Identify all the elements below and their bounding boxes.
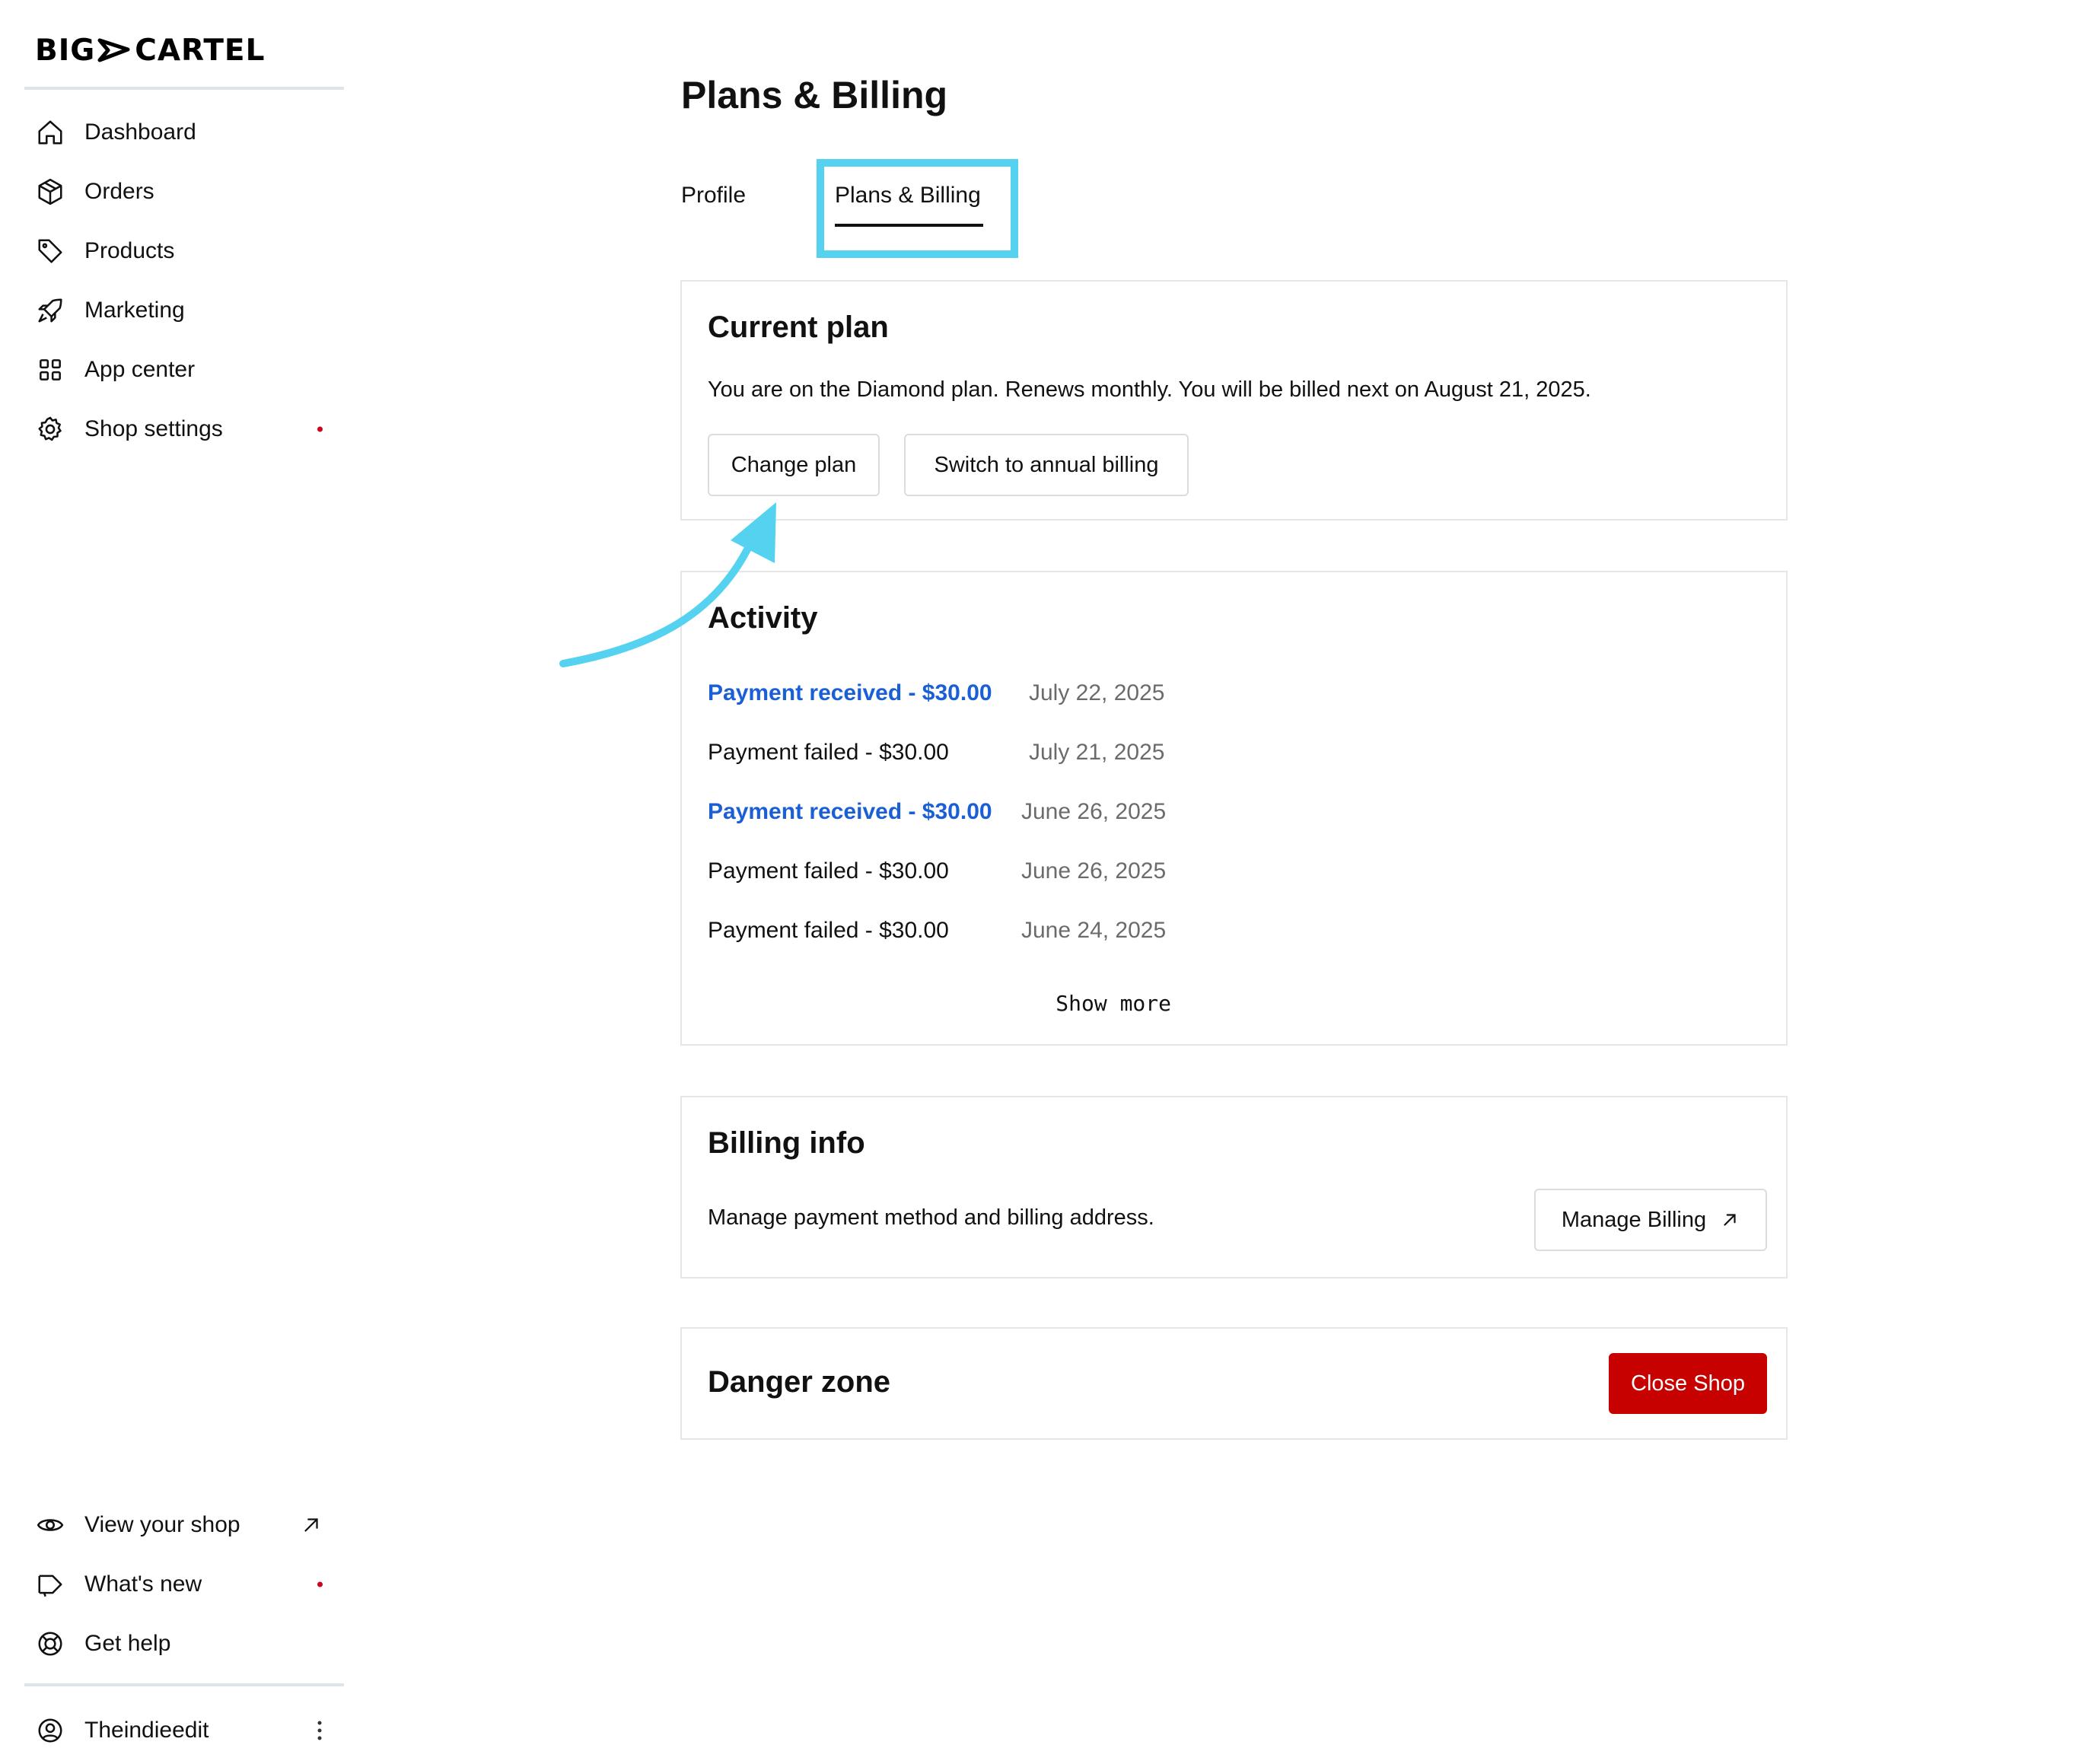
- sidebar-item-label: Get help: [84, 1631, 171, 1656]
- sidebar-divider: [24, 1683, 344, 1686]
- activity-item-date: June 26, 2025: [1021, 799, 1167, 824]
- page-title: Plans & Billing: [681, 74, 948, 116]
- show-more-button[interactable]: Show more: [1056, 991, 1171, 1016]
- rocket-icon: [35, 295, 65, 326]
- sidebar-item-label: Orders: [84, 179, 154, 204]
- lifebuoy-icon: [35, 1629, 65, 1659]
- danger-zone-heading: Danger zone: [708, 1365, 891, 1399]
- manage-billing-button[interactable]: Manage Billing: [1534, 1189, 1767, 1251]
- notification-dot-wrap: [317, 1581, 323, 1587]
- billing-info-description: Manage payment method and billing addres…: [708, 1205, 1154, 1230]
- sidebar-item-whats-new[interactable]: What's new: [35, 1562, 332, 1607]
- sidebar-item-dashboard[interactable]: Dashboard: [35, 110, 332, 155]
- annotation-highlight-box: [817, 159, 1018, 258]
- brand-mark-icon: [97, 38, 130, 62]
- current-plan-card: Current plan You are on the Diamond plan…: [680, 280, 1788, 521]
- billing-info-card: Billing info Manage payment method and b…: [680, 1096, 1788, 1278]
- sidebar-item-label: Marketing: [84, 298, 185, 323]
- activity-item-description: Payment failed - $30.00: [708, 740, 949, 765]
- annotation-arrow-icon: [559, 502, 776, 667]
- current-plan-description: You are on the Diamond plan. Renews mont…: [708, 377, 1591, 402]
- sidebar-item-orders[interactable]: Orders: [35, 169, 332, 215]
- grid-icon: [35, 355, 65, 385]
- brand-logo-text-cartel: CARTEL: [135, 33, 266, 68]
- eye-icon: [35, 1510, 65, 1540]
- sidebar-item-products[interactable]: Products: [35, 228, 332, 274]
- activity-item-description[interactable]: Payment received - $30.00: [708, 799, 992, 825]
- close-shop-button[interactable]: Close Shop: [1609, 1353, 1767, 1414]
- sidebar-item-shop-settings[interactable]: Shop settings: [35, 406, 332, 452]
- sidebar-divider: [24, 87, 344, 90]
- billing-info-heading: Billing info: [708, 1126, 865, 1160]
- gear-icon: [35, 414, 65, 444]
- sidebar-item-view-shop[interactable]: View your shop: [35, 1502, 332, 1548]
- activity-item-date: July 22, 2025: [1029, 680, 1165, 705]
- switch-annual-billing-button[interactable]: Switch to annual billing: [904, 434, 1189, 496]
- sidebar-account[interactable]: Theindieedit: [35, 1708, 332, 1753]
- sidebar-item-label: What's new: [84, 1571, 202, 1597]
- sidebar-item-label: Products: [84, 238, 175, 263]
- tag-icon: [35, 236, 65, 266]
- danger-zone-card: Danger zone Close Shop: [680, 1327, 1788, 1440]
- notification-dot: [317, 426, 323, 432]
- box-icon: [35, 177, 65, 207]
- sidebar-item-label: App center: [84, 357, 196, 382]
- activity-item-description: Payment failed - $30.00: [708, 918, 949, 943]
- activity-item-date: July 21, 2025: [1029, 740, 1165, 765]
- manage-billing-label: Manage Billing: [1561, 1207, 1707, 1232]
- account-name: Theindieedit: [84, 1718, 209, 1743]
- user-circle-icon: [35, 1715, 65, 1746]
- sidebar-item-app-center[interactable]: App center: [35, 347, 332, 393]
- activity-item-date: June 26, 2025: [1021, 858, 1167, 884]
- sidebar-item-label: Dashboard: [84, 119, 196, 145]
- brand-logo-text-big: BIG: [35, 33, 96, 68]
- sidebar-item-marketing[interactable]: Marketing: [35, 288, 332, 333]
- home-icon: [35, 117, 65, 148]
- sidebar-item-get-help[interactable]: Get help: [35, 1621, 332, 1667]
- tab-profile[interactable]: Profile: [681, 183, 746, 209]
- activity-item-description: Payment failed - $30.00: [708, 858, 949, 884]
- current-plan-heading: Current plan: [708, 310, 889, 344]
- more-options-icon[interactable]: [317, 1719, 323, 1742]
- megaphone-icon: [35, 1569, 65, 1600]
- activity-card: Activity Payment received - $30.00 July …: [680, 571, 1788, 1046]
- sidebar-item-label: View your shop: [84, 1512, 240, 1537]
- brand-logo[interactable]: BIG CARTEL: [35, 32, 265, 68]
- external-link-icon: [300, 1514, 323, 1536]
- sidebar-item-label: Shop settings: [84, 416, 223, 441]
- external-link-icon: [1724, 1214, 1736, 1226]
- notification-dot: [317, 1581, 323, 1587]
- notification-dot-wrap: [317, 426, 323, 432]
- activity-item-date: June 24, 2025: [1021, 918, 1167, 943]
